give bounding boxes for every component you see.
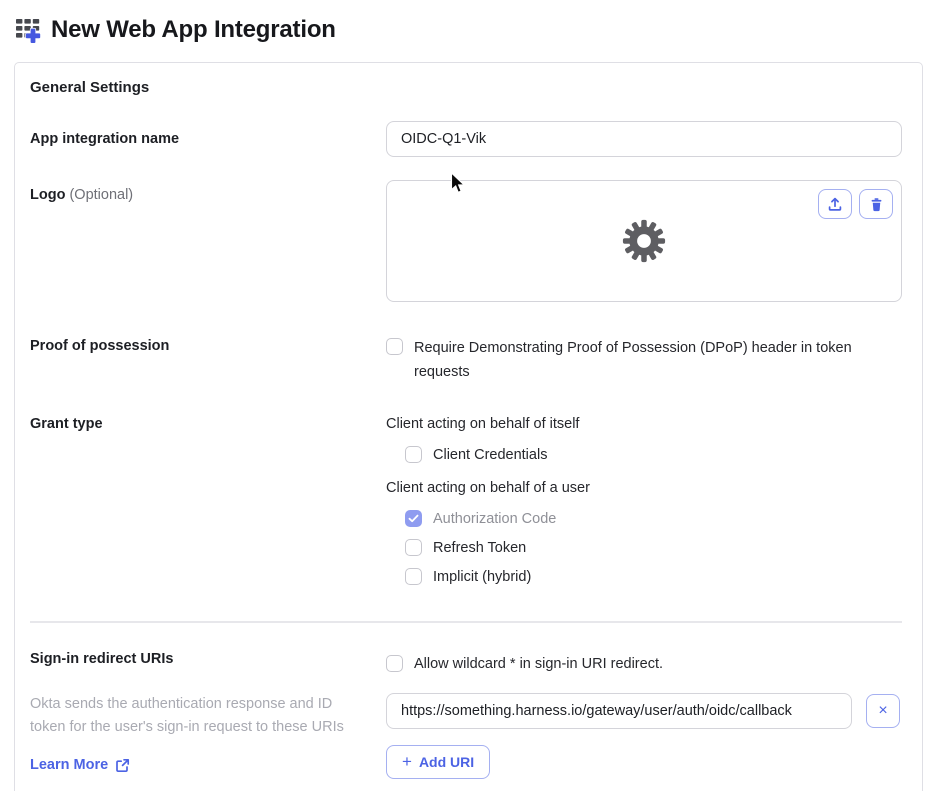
gear-icon: [622, 219, 666, 263]
logo-label: Logo (Optional): [30, 187, 134, 203]
redirect-uri-row: ×: [386, 693, 902, 729]
dpop-checkbox-label[interactable]: Require Demonstrating Proof of Possessio…: [414, 336, 876, 384]
refresh-token-label[interactable]: Refresh Token: [433, 537, 526, 559]
proof-of-possession-label: Proof of possession: [30, 338, 170, 354]
signin-redirect-row: Sign-in redirect URIs Okta sends the aut…: [30, 649, 902, 779]
logo-dropzone[interactable]: [386, 180, 902, 302]
client-credentials-checkbox[interactable]: [405, 446, 422, 463]
section-title: General Settings: [30, 79, 150, 96]
app-name-input[interactable]: [386, 121, 902, 157]
grant-group-self-title: Client acting on behalf of itself: [386, 416, 580, 432]
add-uri-button[interactable]: + Add URI: [386, 745, 491, 779]
refresh-token-checkbox[interactable]: [405, 539, 422, 556]
authorization-code-checkbox: [405, 510, 422, 527]
close-icon: ×: [878, 702, 888, 719]
grant-option-client-credentials: Client Credentials: [405, 444, 902, 466]
logo-row: Logo (Optional): [30, 180, 902, 302]
grant-type-label: Grant type: [30, 416, 103, 432]
general-settings-card: General Settings App integration name Lo…: [14, 62, 923, 791]
authorization-code-label: Authorization Code: [433, 511, 557, 527]
implicit-hybrid-label[interactable]: Implicit (hybrid): [433, 566, 531, 588]
logo-placeholder: [387, 181, 901, 301]
wildcard-checkbox-label[interactable]: Allow wildcard * in sign-in URI redirect…: [414, 653, 663, 675]
app-name-label: App integration name: [30, 131, 180, 147]
wildcard-option-row: Allow wildcard * in sign-in URI redirect…: [386, 649, 902, 675]
logo-optional-hint: (Optional): [69, 187, 134, 203]
grant-option-authorization-code: Authorization Code: [405, 508, 902, 530]
signin-redirect-description: Okta sends the authentication response a…: [30, 696, 344, 735]
client-credentials-label[interactable]: Client Credentials: [433, 444, 547, 466]
page-title: New Web App Integration: [51, 16, 336, 43]
implicit-hybrid-checkbox[interactable]: [405, 568, 422, 585]
grant-option-refresh-token: Refresh Token: [405, 537, 902, 559]
grant-group-user-title: Client acting on behalf of a user: [386, 480, 590, 496]
section-divider: [30, 621, 902, 623]
grant-option-implicit: Implicit (hybrid): [405, 566, 902, 588]
external-link-icon: [115, 758, 130, 773]
wildcard-checkbox[interactable]: [386, 655, 403, 672]
signin-redirect-label: Sign-in redirect URIs: [30, 651, 174, 667]
page-header: New Web App Integration: [0, 0, 937, 44]
add-uri-label: Add URI: [418, 754, 475, 770]
grant-type-row: Grant type Client acting on behalf of it…: [30, 414, 902, 595]
dpop-checkbox[interactable]: [386, 338, 403, 355]
plus-icon: +: [402, 752, 412, 771]
learn-more-label: Learn More: [30, 757, 109, 773]
learn-more-link[interactable]: Learn More: [30, 757, 130, 773]
remove-uri-button[interactable]: ×: [866, 694, 900, 728]
proof-of-possession-row: Proof of possession Require Demonstratin…: [30, 336, 902, 384]
redirect-uri-input[interactable]: [386, 693, 852, 729]
app-grid-plus-icon: [14, 16, 42, 44]
app-name-row: App integration name: [30, 121, 902, 157]
